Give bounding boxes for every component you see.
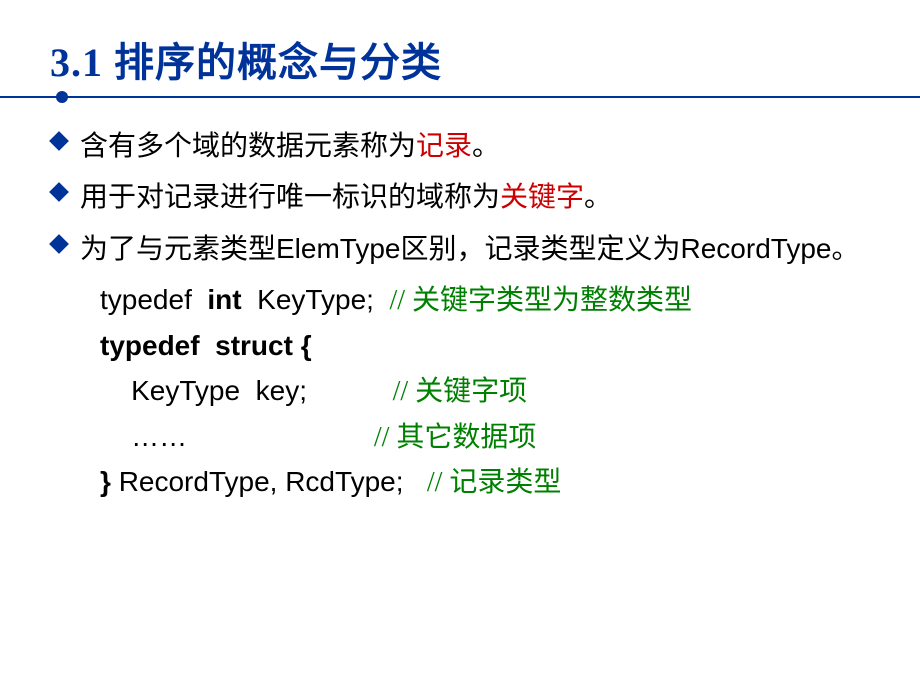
bullet-item: 用于对记录进行唯一标识的域称为关键字。 bbox=[50, 175, 870, 218]
bullet-item: 含有多个域的数据元素称为记录。 bbox=[50, 124, 870, 167]
diamond-bullet-icon bbox=[50, 175, 80, 199]
highlight-term: 关键字 bbox=[500, 181, 584, 212]
code-comment: // 关键字类型为整数类型 bbox=[389, 285, 692, 316]
code-keyword: int bbox=[207, 284, 241, 315]
code-text: } bbox=[100, 466, 119, 497]
code-comment: // 记录类型 bbox=[427, 467, 562, 498]
code-text: …… bbox=[100, 421, 374, 452]
code-text: KeyType key; bbox=[100, 375, 393, 406]
code-line: typedef int KeyType; // 关键字类型为整数类型 bbox=[100, 278, 870, 324]
text-segment: 为了与元素类型ElemType区别，记录类型定义为RecordType。 bbox=[80, 233, 859, 264]
content-area: 含有多个域的数据元素称为记录。 用于对记录进行唯一标识的域称为关键字。 为了与元… bbox=[50, 124, 870, 506]
code-text: KeyType; bbox=[242, 284, 390, 315]
bullet-text: 为了与元素类型ElemType区别，记录类型定义为RecordType。 bbox=[80, 227, 859, 270]
text-segment: 用于对记录进行唯一标识的域称为 bbox=[80, 181, 500, 212]
bullet-text: 含有多个域的数据元素称为记录。 bbox=[80, 124, 500, 167]
code-text: typedef bbox=[100, 284, 207, 315]
title-underline bbox=[0, 96, 920, 98]
title-dot-icon bbox=[56, 91, 68, 103]
slide: 3.1 排序的概念与分类 含有多个域的数据元素称为记录。 用于对记录进行唯一标识… bbox=[0, 0, 920, 690]
code-block: typedef int KeyType; // 关键字类型为整数类型 typed… bbox=[100, 278, 870, 506]
text-segment: 含有多个域的数据元素称为 bbox=[80, 130, 416, 161]
code-line: KeyType key; // 关键字项 bbox=[100, 369, 870, 415]
diamond-bullet-icon bbox=[50, 124, 80, 148]
diamond-bullet-icon bbox=[50, 227, 80, 251]
text-segment: 。 bbox=[584, 181, 612, 212]
code-line: } RecordType, RcdType; // 记录类型 bbox=[100, 460, 870, 506]
slide-title: 3.1 排序的概念与分类 bbox=[50, 30, 870, 88]
text-segment: 。 bbox=[472, 130, 500, 161]
code-line: typedef struct { bbox=[100, 324, 870, 369]
bullet-text: 用于对记录进行唯一标识的域称为关键字。 bbox=[80, 175, 612, 218]
code-comment: // 其它数据项 bbox=[374, 422, 537, 453]
title-wrap: 3.1 排序的概念与分类 bbox=[50, 30, 870, 88]
code-comment: // 关键字项 bbox=[393, 376, 528, 407]
code-line: …… // 其它数据项 bbox=[100, 415, 870, 461]
bullet-item: 为了与元素类型ElemType区别，记录类型定义为RecordType。 bbox=[50, 227, 870, 270]
highlight-term: 记录 bbox=[416, 130, 472, 161]
code-text: RecordType, RcdType; bbox=[119, 466, 427, 497]
